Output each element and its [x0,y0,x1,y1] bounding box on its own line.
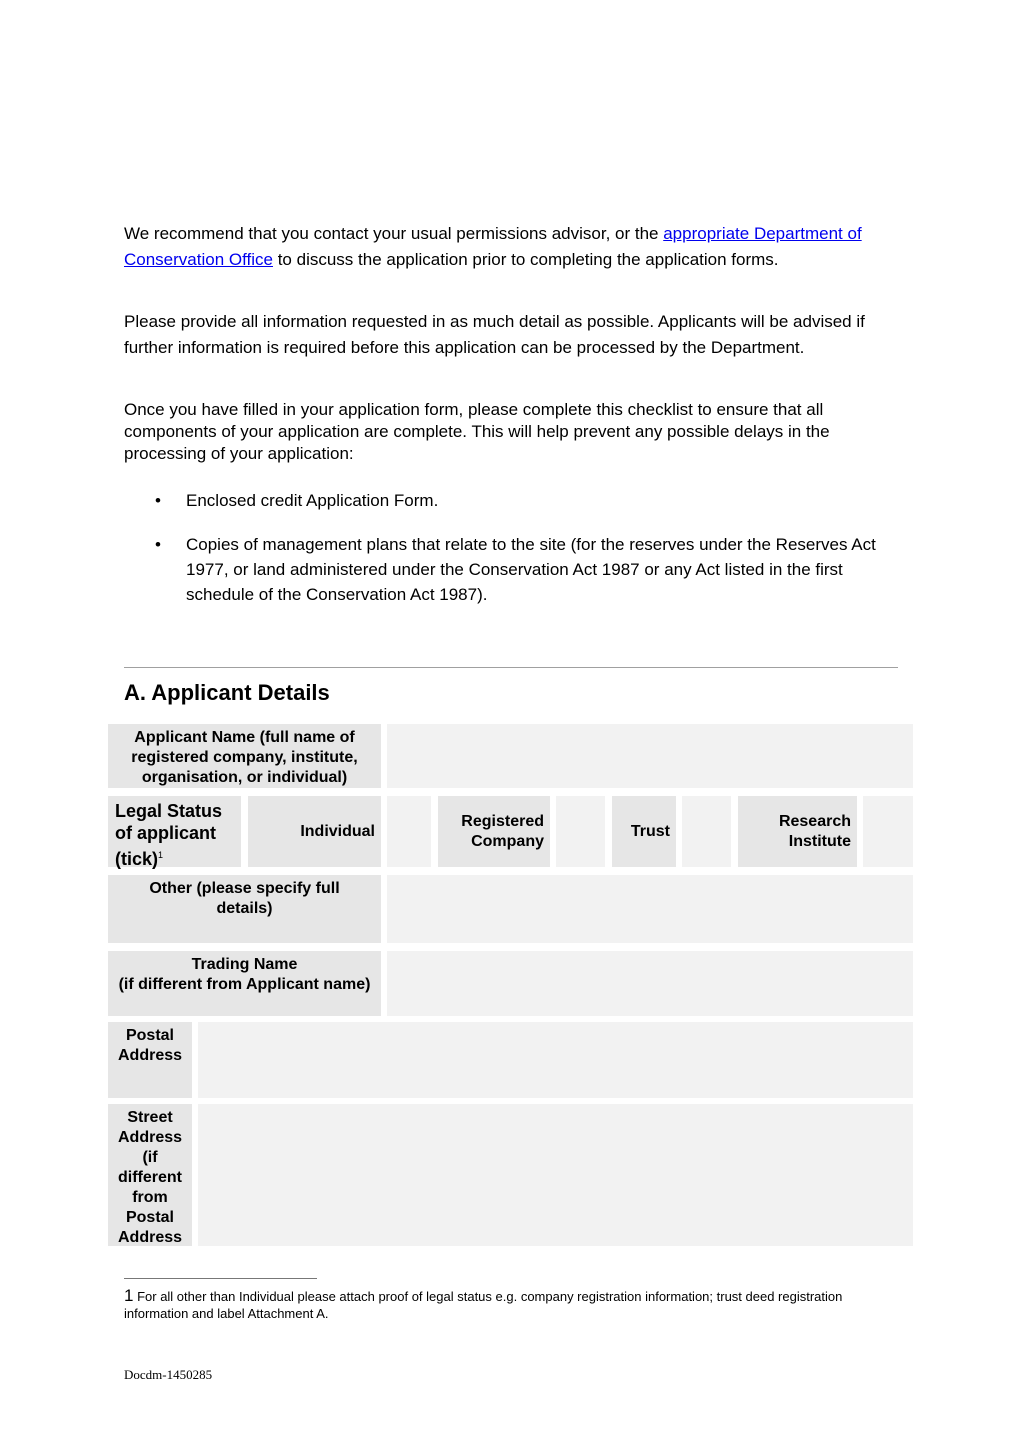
footnote-ref: 1 [158,850,164,860]
option-trust-checkbox[interactable] [682,796,731,867]
option-research-institute-label: Research Institute [738,796,857,867]
bullet-icon: • [155,491,161,510]
trading-name-label: Trading Name (if different from Applican… [108,951,381,1016]
option-registered-company-label: Registered Company [438,796,550,867]
postal-address-field[interactable] [198,1022,913,1098]
bullet-icon: • [155,535,161,554]
trading-name-field[interactable] [387,951,913,1016]
option-research-institute-checkbox[interactable] [863,796,913,867]
applicant-name-field[interactable] [387,724,913,788]
option-individual-label: Individual [248,796,381,867]
footnote-separator [124,1278,317,1279]
intro-paragraph-1: We recommend that you contact your usual… [124,224,862,269]
legal-status-label: Legal Status of applicant (tick)1 [108,796,241,869]
postal-address-label: Postal Address [108,1022,192,1098]
street-address-field[interactable] [198,1104,913,1246]
option-registered-company-checkbox[interactable] [556,796,605,867]
other-field[interactable] [387,875,913,943]
option-trust-label: Trust [612,796,676,867]
footnote: 1 For all other than Individual please a… [124,1286,843,1321]
intro-paragraph-3: Once you have filled in your application… [124,400,830,463]
other-label: Other (please specify full details) [108,875,381,943]
section-divider [124,667,898,668]
applicant-name-label: Applicant Name (full name of registered … [108,724,381,788]
intro-paragraph-2: Please provide all information requested… [124,312,865,357]
section-title: A. Applicant Details [124,680,330,705]
street-address-label: Street Address (if different from Postal… [108,1104,192,1246]
option-individual-checkbox[interactable] [387,796,431,867]
document-id: Docdm-1450285 [124,1367,213,1382]
